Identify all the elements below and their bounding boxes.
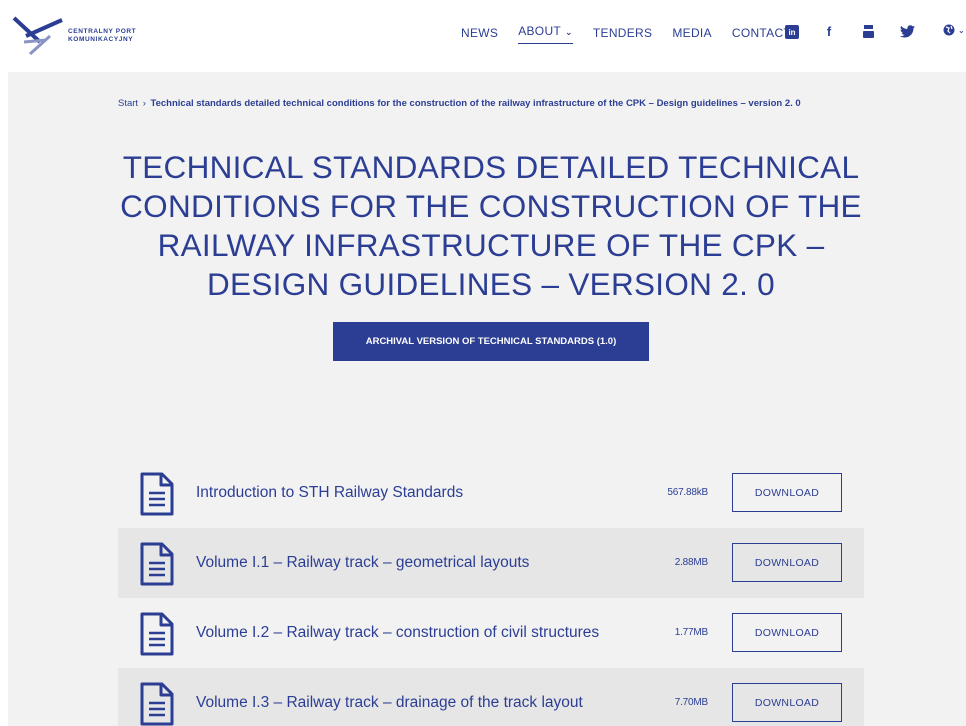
document-title: Volume I.1 – Railway track – geometrical…: [196, 554, 530, 571]
main-nav: NEWS ABOUT ⌄ TENDERS MEDIA CONTACT: [461, 24, 811, 44]
document-size: 1.77MB: [674, 627, 708, 638]
nav-about-label: ABOUT: [518, 24, 562, 38]
document-title: Introduction to STH Railway Standards: [196, 484, 464, 501]
document-title: Volume I.3 – Railway track – drainage of…: [196, 694, 583, 711]
download-button[interactable]: DOWNLOAD: [732, 543, 842, 582]
site-header: CENTRALNY PORT KOMUNIKACYJNY NEWS ABOUT ⌄…: [0, 0, 966, 70]
download-button[interactable]: DOWNLOAD: [732, 473, 842, 512]
nav-tenders[interactable]: TENDERS: [593, 26, 652, 40]
document-icon: [140, 682, 174, 726]
document-size: 2.88MB: [674, 557, 708, 568]
document-row: Volume I.2 – Railway track – constructio…: [118, 598, 864, 668]
logo-line-2: KOMUNIKACYJNY: [68, 36, 134, 43]
archival-version-button[interactable]: ARCHIVAL VERSION OF TECHNICAL STANDARDS …: [333, 322, 649, 361]
chevron-down-icon: ⌄: [565, 27, 573, 37]
nav-news[interactable]: NEWS: [461, 26, 498, 40]
page-title: TECHNICAL STANDARDS DETAILED TECHNICAL C…: [120, 149, 862, 302]
nav-contact[interactable]: CONTACT: [732, 26, 791, 40]
nav-media[interactable]: MEDIA: [672, 26, 712, 40]
document-row: Volume I.1 – Railway track – geometrical…: [118, 528, 864, 598]
documents-list: Introduction to STH Railway Standards 56…: [118, 458, 864, 726]
globe-icon: [943, 24, 955, 36]
logo-mark-icon: [12, 16, 63, 56]
main-content: Start › Technical standards detailed tec…: [8, 72, 966, 726]
logo-text: CENTRALNY PORT KOMUNIKACYJNY: [68, 28, 136, 44]
logo-line-1: CENTRALNY PORT: [68, 28, 137, 35]
breadcrumb-start-link[interactable]: Start: [118, 98, 138, 109]
breadcrumb-separator: ›: [142, 98, 146, 109]
twitter-icon[interactable]: [898, 22, 916, 40]
breadcrumb: Start › Technical standards detailed tec…: [118, 95, 838, 113]
document-icon: [140, 612, 174, 656]
document-row: Introduction to STH Railway Standards 56…: [118, 458, 864, 528]
document-size: 567.88kB: [667, 487, 708, 498]
document-icon: [140, 472, 174, 516]
chevron-down-icon: ⌄: [958, 25, 965, 35]
document-icon: [140, 542, 174, 586]
facebook-icon[interactable]: f: [820, 22, 838, 40]
nav-about[interactable]: ABOUT ⌄: [518, 24, 573, 44]
document-size: 7.70MB: [674, 697, 708, 708]
social-links: in f: [785, 22, 937, 40]
breadcrumb-current: Technical standards detailed technical c…: [150, 98, 801, 109]
document-row: Volume I.3 – Railway track – drainage of…: [118, 668, 864, 726]
download-button[interactable]: DOWNLOAD: [732, 613, 842, 652]
language-switcher[interactable]: ⌄: [943, 24, 965, 36]
logo[interactable]: CENTRALNY PORT KOMUNIKACYJNY: [10, 14, 150, 58]
download-button[interactable]: DOWNLOAD: [732, 683, 842, 722]
youtube-icon[interactable]: [859, 22, 877, 40]
linkedin-icon[interactable]: in: [785, 25, 799, 39]
document-title: Volume I.2 – Railway track – constructio…: [196, 624, 600, 641]
